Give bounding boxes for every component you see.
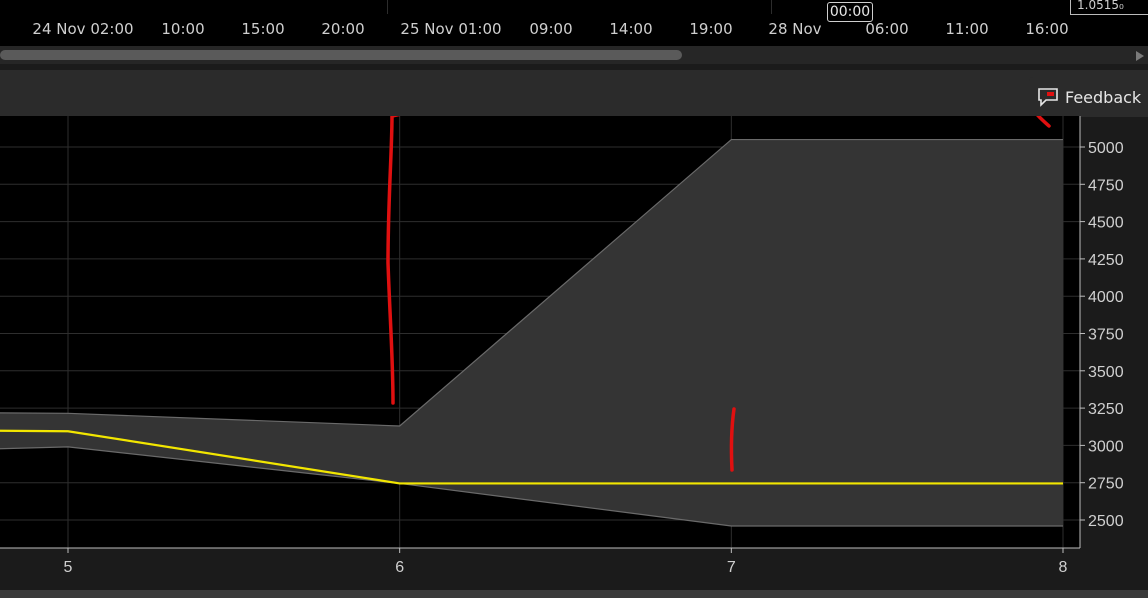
timeline-label: 06:00: [865, 20, 909, 38]
top-timeline-axis: 24 Nov 02:00 10:00 15:00 20:00 25 Nov 01:00 0…: [0, 0, 1148, 46]
x-tick-label: 5: [64, 559, 73, 576]
x-tick-label: 8: [1059, 559, 1068, 576]
feedback-label: Feedback: [1065, 87, 1142, 107]
timeline-label: 14:00: [609, 20, 653, 38]
timeline-label: 20:00: [321, 20, 365, 38]
bottom-bar: [0, 590, 1148, 598]
y-tick-label: 3250: [1088, 401, 1124, 418]
corner-price-label: 1.0515₀: [1070, 0, 1148, 15]
crosshair-time-label: 00:00: [827, 2, 873, 22]
timeline-label: 24 Nov 02:00: [32, 20, 134, 38]
y-tick-label: 3000: [1088, 438, 1124, 455]
timeline-label: 28 Nov: [768, 20, 822, 38]
feedback-button[interactable]: Feedback: [1029, 77, 1148, 117]
y-tick-label: 4750: [1088, 177, 1124, 194]
timeline-label: 19:00: [689, 20, 733, 38]
timeline-scrollbar[interactable]: [0, 46, 1148, 64]
y-tick-label: 2750: [1088, 476, 1124, 493]
x-tick-label: 6: [395, 559, 404, 576]
y-tick-label: 4250: [1088, 252, 1124, 269]
y-tick-label: 3500: [1088, 364, 1124, 381]
forecast-chart[interactable]: 2500 2750 3000 3250 3500 3750 4000 4250 4500 4750…: [0, 116, 1148, 594]
timeline-label: 10:00: [161, 20, 205, 38]
y-tick-label: 5000: [1088, 140, 1124, 157]
timeline-separator: [771, 0, 772, 14]
timeline-separator: [387, 0, 388, 14]
y-tick-label: 2500: [1088, 513, 1124, 530]
y-tick-label: 3750: [1088, 327, 1124, 344]
scroll-right-arrow-icon[interactable]: [1136, 51, 1144, 61]
x-axis-ticks: 5 6 7 8: [64, 548, 1068, 576]
timeline-label: 11:00: [945, 20, 989, 38]
timeline-label: 09:00: [529, 20, 573, 38]
timeline-label: 25 Nov 01:00: [400, 20, 502, 38]
chart-toolbar: [0, 70, 1148, 116]
scrollbar-thumb[interactable]: [0, 50, 682, 60]
y-tick-label: 4000: [1088, 289, 1124, 306]
timeline-label: 16:00: [1025, 20, 1069, 38]
x-tick-label: 7: [727, 559, 736, 576]
speech-bubble-icon: [1038, 88, 1058, 107]
timeline-label: 15:00: [241, 20, 285, 38]
y-axis-ticks: 2500 2750 3000 3250 3500 3750 4000 4250 4500 4750…: [1080, 140, 1124, 530]
y-tick-label: 4500: [1088, 215, 1124, 232]
